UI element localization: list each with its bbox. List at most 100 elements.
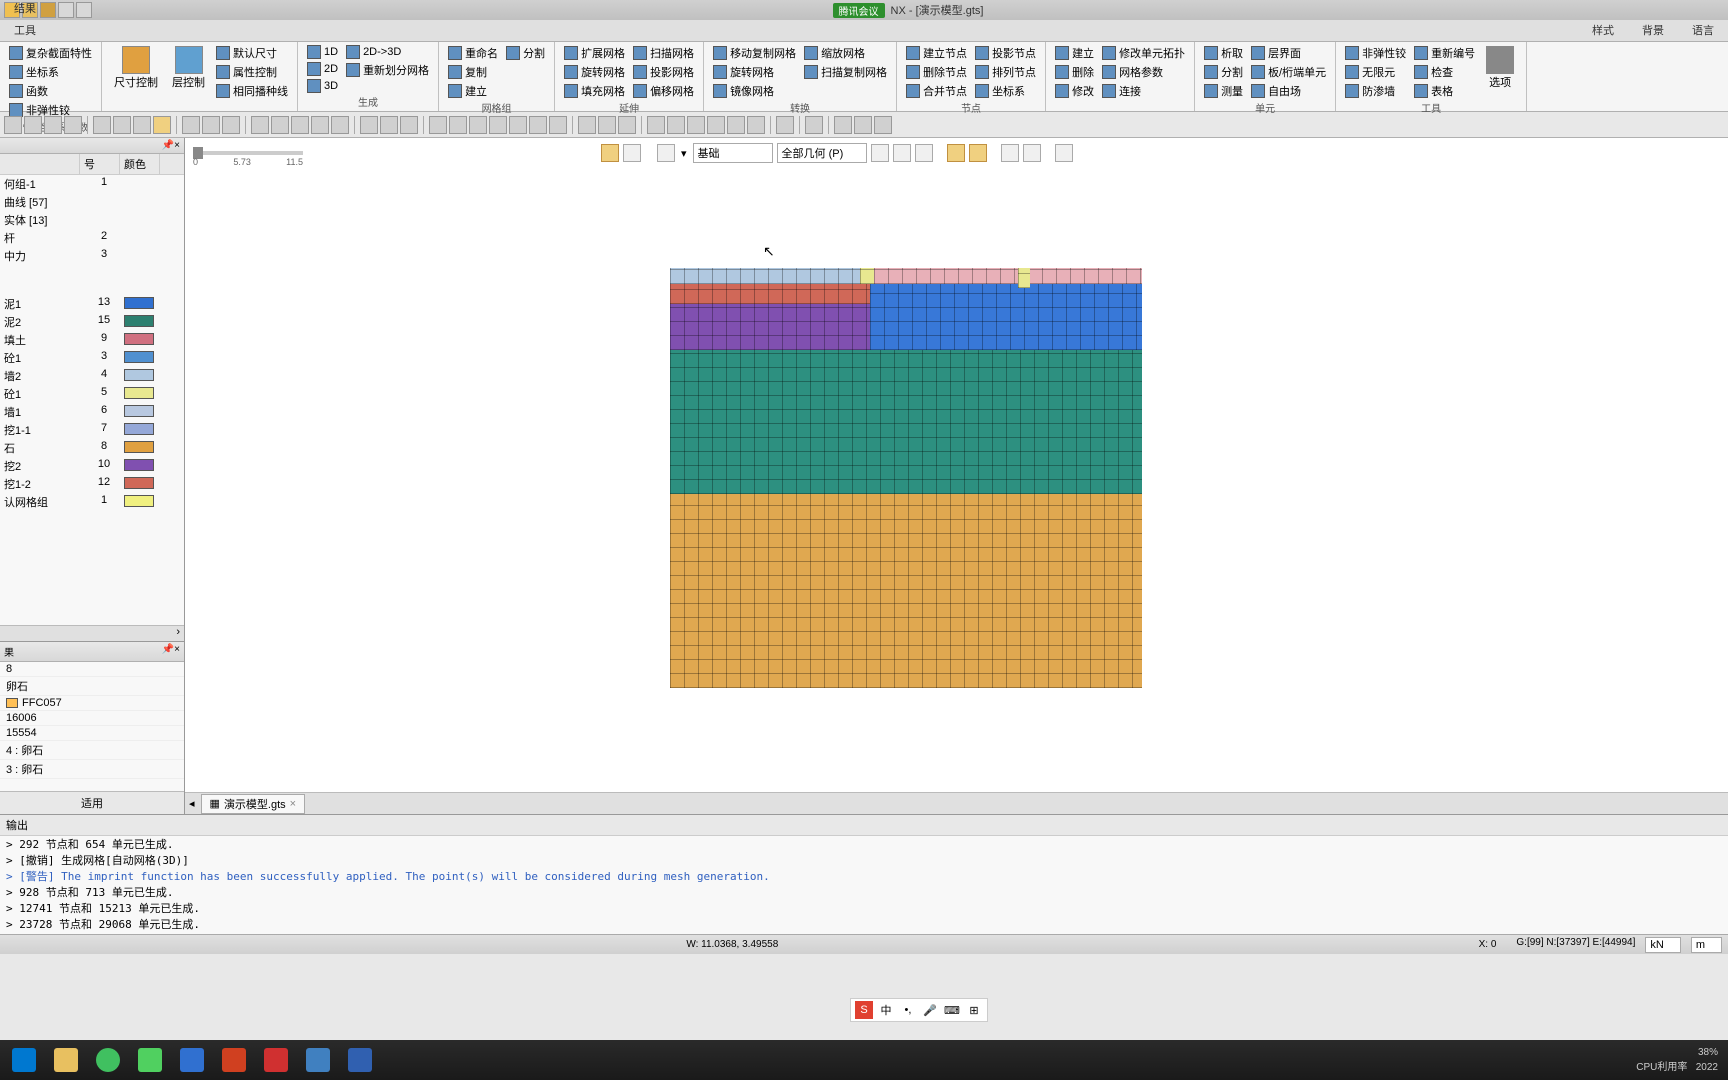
- task-explorer[interactable]: [46, 1043, 86, 1077]
- layer-control-button[interactable]: 层控制: [166, 44, 211, 109]
- task-app2[interactable]: [340, 1043, 380, 1077]
- pin-icon[interactable]: 📌: [162, 140, 174, 151]
- ribbon-button[interactable]: 2D->3D: [343, 44, 432, 60]
- property-row[interactable]: 3 : 卵石: [0, 760, 184, 779]
- ribbon-button[interactable]: 建立: [1052, 44, 1097, 62]
- tree-row[interactable]: 泥215: [0, 313, 184, 331]
- ribbon-button[interactable]: 连接: [1099, 82, 1188, 100]
- filter-dropdown[interactable]: 全部几何 (P): [777, 143, 867, 163]
- ime-voice-icon[interactable]: 🎤: [921, 1001, 939, 1019]
- ribbon-button[interactable]: 析取: [1201, 44, 1246, 62]
- view-icon[interactable]: [618, 116, 636, 134]
- ime-keyboard-icon[interactable]: ⌨: [943, 1001, 961, 1019]
- time-slider[interactable]: 0 5.73 11.5: [193, 151, 303, 155]
- unit-force-dropdown[interactable]: kN: [1645, 937, 1680, 953]
- ribbon-button[interactable]: 删除节点: [903, 63, 970, 81]
- tool-icon[interactable]: [915, 144, 933, 162]
- view-icon[interactable]: [667, 116, 685, 134]
- ribbon-button[interactable]: 镜像网格: [710, 82, 799, 100]
- ime-menu-icon[interactable]: ⊞: [965, 1001, 983, 1019]
- ribbon-button[interactable]: 防渗墙: [1342, 82, 1409, 100]
- ribbon-button[interactable]: 复杂截面特性: [6, 44, 95, 62]
- ribbon-button[interactable]: 检查: [1411, 63, 1478, 81]
- zoom-icon[interactable]: [489, 116, 507, 134]
- ribbon-button[interactable]: 投影节点: [972, 44, 1039, 62]
- property-row[interactable]: 8: [0, 662, 184, 677]
- ribbon-button[interactable]: 扩展网格: [561, 44, 628, 62]
- ribbon-button[interactable]: 修改单元拓扑: [1099, 44, 1188, 62]
- property-row[interactable]: 15554: [0, 726, 184, 741]
- view-icon[interactable]: [874, 116, 892, 134]
- ribbon-button[interactable]: 1D: [304, 44, 341, 60]
- tree-row[interactable]: 挖1-17: [0, 421, 184, 439]
- filter-icon[interactable]: [657, 144, 675, 162]
- start-button[interactable]: [4, 1043, 44, 1077]
- ribbon-button[interactable]: 旋转网格: [561, 63, 628, 81]
- tree-row[interactable]: 何组-11: [0, 175, 184, 193]
- tool-icon[interactable]: [44, 116, 62, 134]
- property-row[interactable]: FFC057: [0, 696, 184, 711]
- task-autocad[interactable]: [256, 1043, 296, 1077]
- ribbon-button[interactable]: 重命名: [445, 44, 501, 62]
- ribbon-button[interactable]: 偏移网格: [630, 82, 697, 100]
- task-powerpoint[interactable]: [214, 1043, 254, 1077]
- ribbon-button[interactable]: 修改: [1052, 82, 1097, 100]
- ribbon-button[interactable]: 板/桁端单元: [1248, 63, 1329, 81]
- ribbon-button[interactable]: 排列节点: [972, 63, 1039, 81]
- ime-punct-button[interactable]: •,: [899, 1001, 917, 1019]
- tree-row[interactable]: 石8: [0, 439, 184, 457]
- ribbon-button[interactable]: 测量: [1201, 82, 1246, 100]
- view-icon[interactable]: [776, 116, 794, 134]
- tool-icon[interactable]: [380, 116, 398, 134]
- view-icon[interactable]: [854, 116, 872, 134]
- view-icon[interactable]: [727, 116, 745, 134]
- ribbon-button[interactable]: 分割: [1201, 63, 1246, 81]
- tree-row[interactable]: 中力3: [0, 247, 184, 265]
- ribbon-button[interactable]: 属性控制: [213, 63, 291, 81]
- tool-icon[interactable]: [222, 116, 240, 134]
- apply-button[interactable]: 适用: [0, 791, 184, 814]
- ribbon-button[interactable]: 扫描复制网格: [801, 63, 890, 81]
- tree-row[interactable]: 墙16: [0, 403, 184, 421]
- tree-row[interactable]: 实体 [13]: [0, 211, 184, 229]
- ribbon-button[interactable]: 扫描网格: [630, 44, 697, 62]
- tree-row[interactable]: 砼13: [0, 349, 184, 367]
- tool-icon[interactable]: [251, 116, 269, 134]
- ribbon-button[interactable]: 投影网格: [630, 63, 697, 81]
- size-control-button[interactable]: 尺寸控制: [108, 44, 164, 109]
- grid-icon[interactable]: [93, 116, 111, 134]
- tool-icon[interactable]: [291, 116, 309, 134]
- close-icon[interactable]: ×: [290, 798, 296, 810]
- ribbon-button[interactable]: 3D: [304, 78, 341, 94]
- view-icon[interactable]: [707, 116, 725, 134]
- tool-icon[interactable]: [331, 116, 349, 134]
- tree-row[interactable]: 认网格组1: [0, 493, 184, 511]
- tool-icon[interactable]: [1023, 144, 1041, 162]
- tool-icon[interactable]: [871, 144, 889, 162]
- view-icon[interactable]: [647, 116, 665, 134]
- snap-icon[interactable]: [153, 116, 171, 134]
- tree-row[interactable]: 挖210: [0, 457, 184, 475]
- task-wechat[interactable]: [130, 1043, 170, 1077]
- ribbon-button[interactable]: 建立: [445, 82, 501, 100]
- tool-icon[interactable]: [202, 116, 220, 134]
- zoom-icon[interactable]: [449, 116, 467, 134]
- ribbon-button[interactable]: 表格: [1411, 82, 1478, 100]
- ribbon-tab[interactable]: 工具: [0, 19, 97, 41]
- tool-icon[interactable]: [311, 116, 329, 134]
- ribbon-tab[interactable]: 结果: [0, 0, 97, 19]
- model-tree[interactable]: 号 颜色 何组-11曲线 [57]实体 [13]杆2中力3 泥113泥215填土…: [0, 154, 184, 625]
- tool-icon[interactable]: [1055, 144, 1073, 162]
- property-row[interactable]: 4 : 卵石: [0, 741, 184, 760]
- view-icon[interactable]: [805, 116, 823, 134]
- view-icon[interactable]: [834, 116, 852, 134]
- tab-scroll-left-icon[interactable]: ◂: [189, 797, 195, 810]
- h-scrollbar[interactable]: ›: [0, 625, 184, 641]
- snap-icon[interactable]: [133, 116, 151, 134]
- ribbon-button[interactable]: 层界面: [1248, 44, 1329, 62]
- tool-icon[interactable]: [4, 116, 22, 134]
- snap-icon[interactable]: [113, 116, 131, 134]
- view-icon[interactable]: [687, 116, 705, 134]
- tree-row[interactable]: 砼15: [0, 385, 184, 403]
- ribbon-button[interactable]: 填充网格: [561, 82, 628, 100]
